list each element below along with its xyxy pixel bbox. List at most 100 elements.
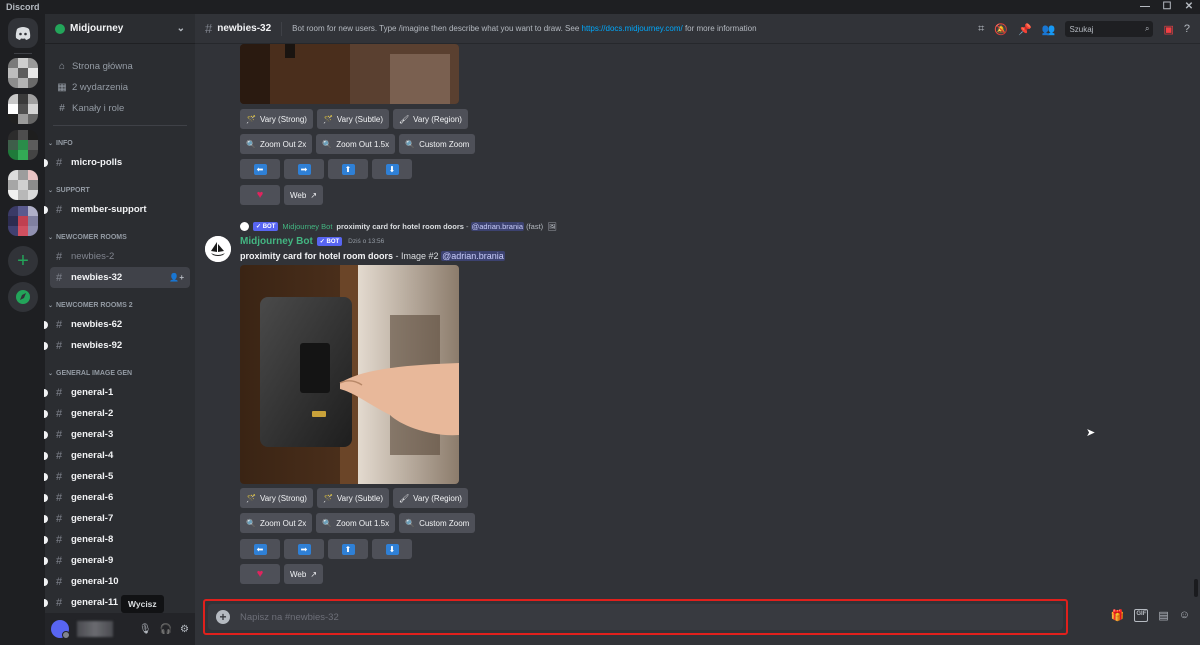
help-icon[interactable]: ? (1184, 23, 1190, 35)
category-info[interactable]: ⌄ INFO (45, 134, 195, 152)
nav-channels-roles[interactable]: # Kanały i role (50, 98, 190, 119)
channel-general-7[interactable]: # general-7 (44, 508, 190, 529)
magnifier-icon: 🔍 (322, 518, 333, 528)
channel-newbies-92[interactable]: # newbies-92 (44, 335, 190, 356)
user-mention[interactable]: @adrian.brania (441, 251, 505, 261)
vary-strong-button[interactable]: 🪄 Vary (Strong) (240, 109, 313, 129)
arrow-up-icon: ⬆ (341, 163, 355, 175)
channel-general-8[interactable]: # general-8 (44, 529, 190, 550)
close-window-button[interactable]: ✕ (1178, 0, 1200, 14)
generated-image[interactable] (240, 265, 459, 484)
vary-subtle-button[interactable]: 🪄 Vary (Subtle) (316, 109, 390, 129)
channel-general-5[interactable]: # general-5 (44, 466, 190, 487)
channel-general-10[interactable]: # general-10 (44, 571, 190, 592)
home-button[interactable] (8, 18, 38, 48)
channel-general-1[interactable]: # general-1 (44, 382, 190, 403)
notification-muted-icon[interactable]: 🔕 (994, 23, 1008, 36)
channel-newbies-32[interactable]: # newbies-32 👤+ (50, 267, 190, 288)
reply-separator: - (463, 222, 471, 231)
add-attachment-icon[interactable]: + (216, 610, 230, 624)
pan-left-button[interactable]: ⬅ (240, 159, 280, 179)
vary-region-button[interactable]: 🖌 Vary (Region) (393, 488, 468, 508)
channel-general-11[interactable]: # general-11 (44, 592, 190, 613)
midjourney-boat-icon (205, 236, 231, 262)
gear-icon[interactable]: ⚙ (180, 624, 189, 635)
generated-image-previous[interactable] (240, 44, 459, 104)
channel-general-3[interactable]: # general-3 (44, 424, 190, 445)
vary-strong-button[interactable]: 🪄 Vary (Strong) (240, 488, 313, 508)
channel-newbies-62[interactable]: # newbies-62 (44, 314, 190, 335)
headphones-icon[interactable]: 🎧 (160, 624, 172, 635)
category-general-image-gen[interactable]: ⌄ GENERAL IMAGE GEN (45, 364, 195, 382)
pan-down-button[interactable]: ⬇ (372, 539, 412, 559)
pin-icon[interactable]: 📌 (1018, 23, 1032, 36)
web-button[interactable]: Web ↗ (284, 564, 324, 584)
hashtag-icon: # (56, 470, 63, 483)
message-input[interactable]: + Napisz na #newbies-32 (208, 604, 1063, 630)
reply-mention[interactable]: @adrian.brania (470, 222, 524, 231)
custom-zoom-button[interactable]: 🔍 Custom Zoom (399, 134, 476, 154)
zoom-out-2x-button[interactable]: 🔍 Zoom Out 2x (240, 134, 313, 154)
channel-member-support[interactable]: # member-support (44, 199, 190, 220)
inbox-icon[interactable]: ▣ (1163, 23, 1173, 36)
server-icon[interactable] (8, 130, 38, 160)
nav-home[interactable]: ⌂ Strona główna (50, 56, 190, 77)
channel-micro-polls[interactable]: # micro-polls (44, 152, 190, 173)
minimize-button[interactable]: — (1134, 0, 1156, 14)
channel-general-6[interactable]: # general-6 (44, 487, 190, 508)
pan-up-button[interactable]: ⬆ (328, 159, 368, 179)
create-invite-icon[interactable]: 👤+ (169, 273, 184, 282)
channel-general-9[interactable]: # general-9 (44, 550, 190, 571)
pan-left-button[interactable]: ⬅ (240, 539, 280, 559)
docs-link[interactable]: https://docs.midjourney.com/ (582, 24, 683, 33)
scrollbar-thumb[interactable] (1194, 579, 1198, 597)
threads-icon[interactable]: ⌗ (978, 23, 984, 36)
reply-author[interactable]: Midjourney Bot (282, 222, 332, 231)
pan-right-button[interactable]: ➡ (284, 159, 324, 179)
maximize-button[interactable]: ☐ (1156, 0, 1178, 14)
server-icon[interactable] (8, 58, 38, 88)
zoom-out-2x-button[interactable]: 🔍 Zoom Out 2x (240, 513, 313, 533)
category-newcomer-rooms[interactable]: ⌄ NEWCOMER ROOMS (45, 228, 195, 246)
server-icon[interactable] (8, 206, 38, 236)
emoji-icon[interactable]: ☺ (1179, 609, 1190, 622)
zoom-out-1-5x-button[interactable]: 🔍 Zoom Out 1.5x (316, 513, 396, 533)
author-name[interactable]: Midjourney Bot (240, 236, 313, 247)
web-button[interactable]: Web ↗ (284, 185, 324, 205)
category-support[interactable]: ⌄ SUPPORT (45, 181, 195, 199)
avatar[interactable] (205, 236, 231, 262)
reply-reference[interactable]: ✓ BOT Midjourney Bot proximity card for … (240, 222, 557, 231)
gift-icon[interactable]: 🎁 (1111, 609, 1125, 622)
category-label: INFO (56, 139, 73, 147)
button-label: Vary (Subtle) (336, 114, 384, 124)
pan-up-button[interactable]: ⬆ (328, 539, 368, 559)
vary-region-button[interactable]: 🖌 Vary (Region) (393, 109, 468, 129)
guild-name: Midjourney (70, 23, 124, 34)
add-server-icon[interactable]: + (8, 246, 38, 276)
server-icon[interactable] (8, 170, 38, 200)
nav-events[interactable]: ▦ 2 wydarzenia (50, 77, 190, 98)
explore-servers-icon[interactable] (8, 282, 38, 312)
username-redacted[interactable] (77, 621, 113, 637)
category-newcomer-rooms-2[interactable]: ⌄ NEWCOMER ROOMS 2 (45, 296, 195, 314)
pan-down-button[interactable]: ⬇ (372, 159, 412, 179)
guild-header[interactable]: Midjourney ⌄ (45, 14, 195, 44)
pan-right-button[interactable]: ➡ (284, 539, 324, 559)
channel-general-4[interactable]: # general-4 (44, 445, 190, 466)
search-input[interactable]: Szukaj ⌕ (1065, 21, 1154, 37)
sticker-icon[interactable]: ▤ (1158, 609, 1168, 622)
hashtag-icon: # (56, 491, 63, 504)
channel-general-2[interactable]: # general-2 (44, 403, 190, 424)
gif-icon[interactable]: GIF (1134, 609, 1149, 622)
favorite-button[interactable]: ♥ (240, 564, 280, 584)
member-list-icon[interactable]: 👥 (1042, 23, 1056, 36)
zoom-out-1-5x-button[interactable]: 🔍 Zoom Out 1.5x (316, 134, 396, 154)
avatar[interactable] (51, 620, 70, 639)
favorite-button[interactable]: ♥ (240, 185, 280, 205)
channel-newbies-2[interactable]: # newbies-2 (50, 246, 190, 267)
custom-zoom-button[interactable]: 🔍 Custom Zoom (399, 513, 476, 533)
microphone-icon[interactable]: 🎙 (139, 624, 152, 635)
vary-subtle-button[interactable]: 🪄 Vary (Subtle) (316, 488, 390, 508)
server-icon[interactable] (8, 94, 38, 124)
user-panel: 🎙 🎧 ⚙ (45, 613, 195, 645)
